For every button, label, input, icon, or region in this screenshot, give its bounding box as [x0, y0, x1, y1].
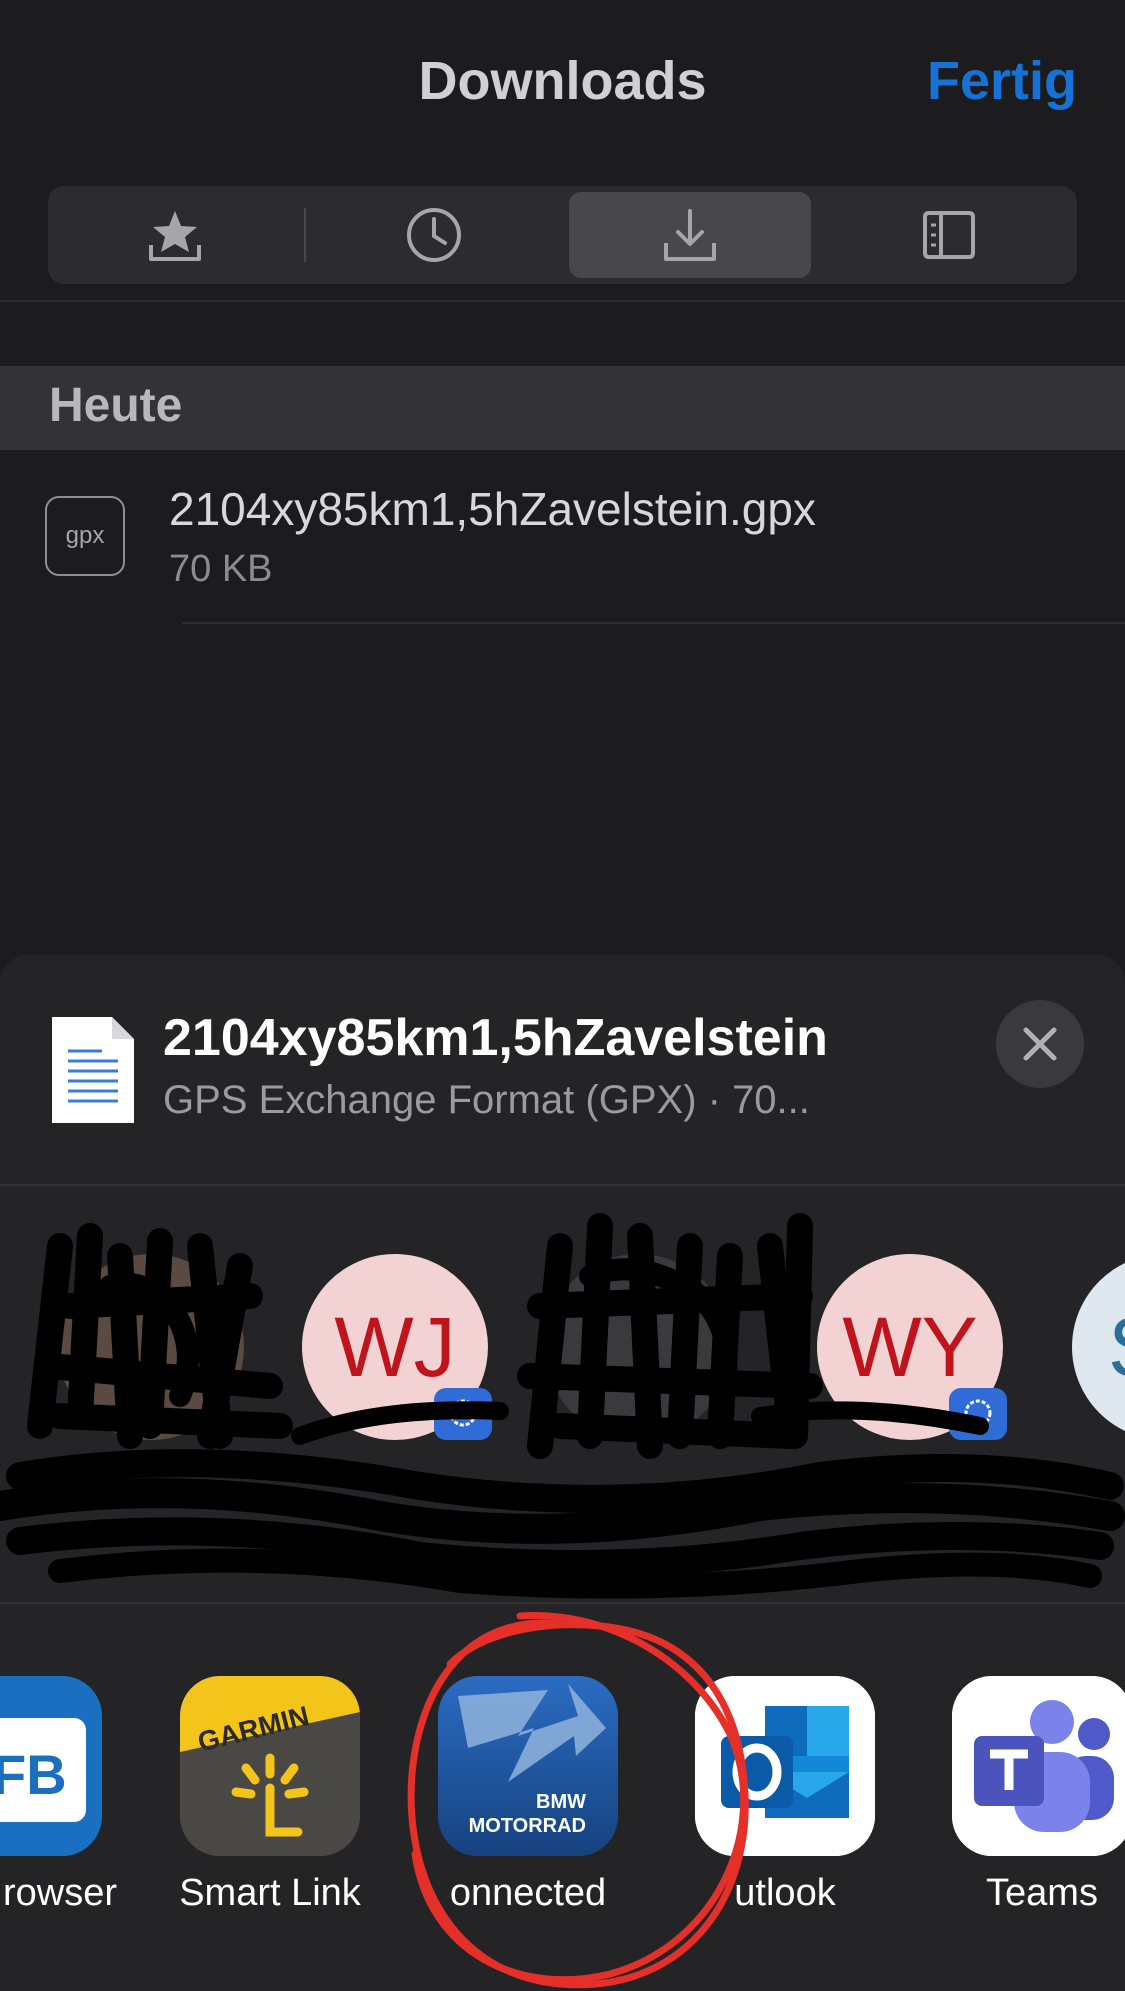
row-divider	[182, 622, 1125, 624]
svg-text:FB: FB	[0, 1743, 67, 1806]
header-divider	[0, 300, 1125, 302]
close-button[interactable]	[996, 1000, 1084, 1088]
motorrad-wordmark: MOTORRAD	[469, 1815, 586, 1837]
app-label: onnected	[449, 1872, 607, 1914]
contacts-row: WJ WY S	[0, 1186, 1125, 1602]
apps-row: FB rowser GARMIN Smart Link BMW MOTORRAD…	[0, 1604, 1125, 1991]
tab-history[interactable]	[313, 192, 555, 278]
bmw-motorrad-connected-icon[interactable]: BMW MOTORRAD	[438, 1676, 618, 1856]
star-tray-icon	[149, 211, 201, 261]
section-header: Heute	[0, 366, 1125, 450]
tab-segmented-control	[48, 186, 1077, 284]
book-icon	[923, 211, 975, 259]
share-file-subtitle: GPS Exchange Format (GPX) · 70...	[163, 1078, 810, 1122]
gpx-file-icon[interactable]: gpx	[45, 496, 125, 576]
share-file-title: 2104xy85km1,5hZavelstein	[163, 1009, 828, 1067]
fb-browser-icon[interactable]: FB	[0, 1676, 102, 1856]
clock-icon	[407, 208, 461, 262]
tab-downloads[interactable]	[569, 192, 811, 278]
close-icon	[1023, 1027, 1057, 1061]
app-label: Teams	[986, 1872, 1098, 1914]
section-label: Heute	[49, 379, 183, 432]
redaction-scribble	[0, 1213, 1125, 1599]
tab-bookmarks[interactable]	[54, 192, 296, 278]
download-filename[interactable]: 2104xy85km1,5hZavelstein.gpx	[169, 482, 816, 536]
document-icon	[52, 1017, 134, 1123]
outlook-icon[interactable]	[695, 1676, 875, 1856]
done-button[interactable]: Fertig	[927, 50, 1077, 112]
segment-divider	[304, 208, 306, 262]
garmin-smart-link-icon[interactable]: GARMIN	[180, 1676, 360, 1856]
app-label: utlook	[734, 1872, 836, 1914]
teams-icon[interactable]	[952, 1676, 1125, 1856]
file-type-label: gpx	[65, 522, 105, 549]
tab-reading-list[interactable]	[828, 192, 1070, 278]
download-tray-icon	[664, 209, 716, 261]
bmw-wordmark: BMW	[536, 1791, 586, 1813]
download-size: 70 KB	[169, 548, 273, 590]
app-label: Smart Link	[179, 1872, 361, 1914]
